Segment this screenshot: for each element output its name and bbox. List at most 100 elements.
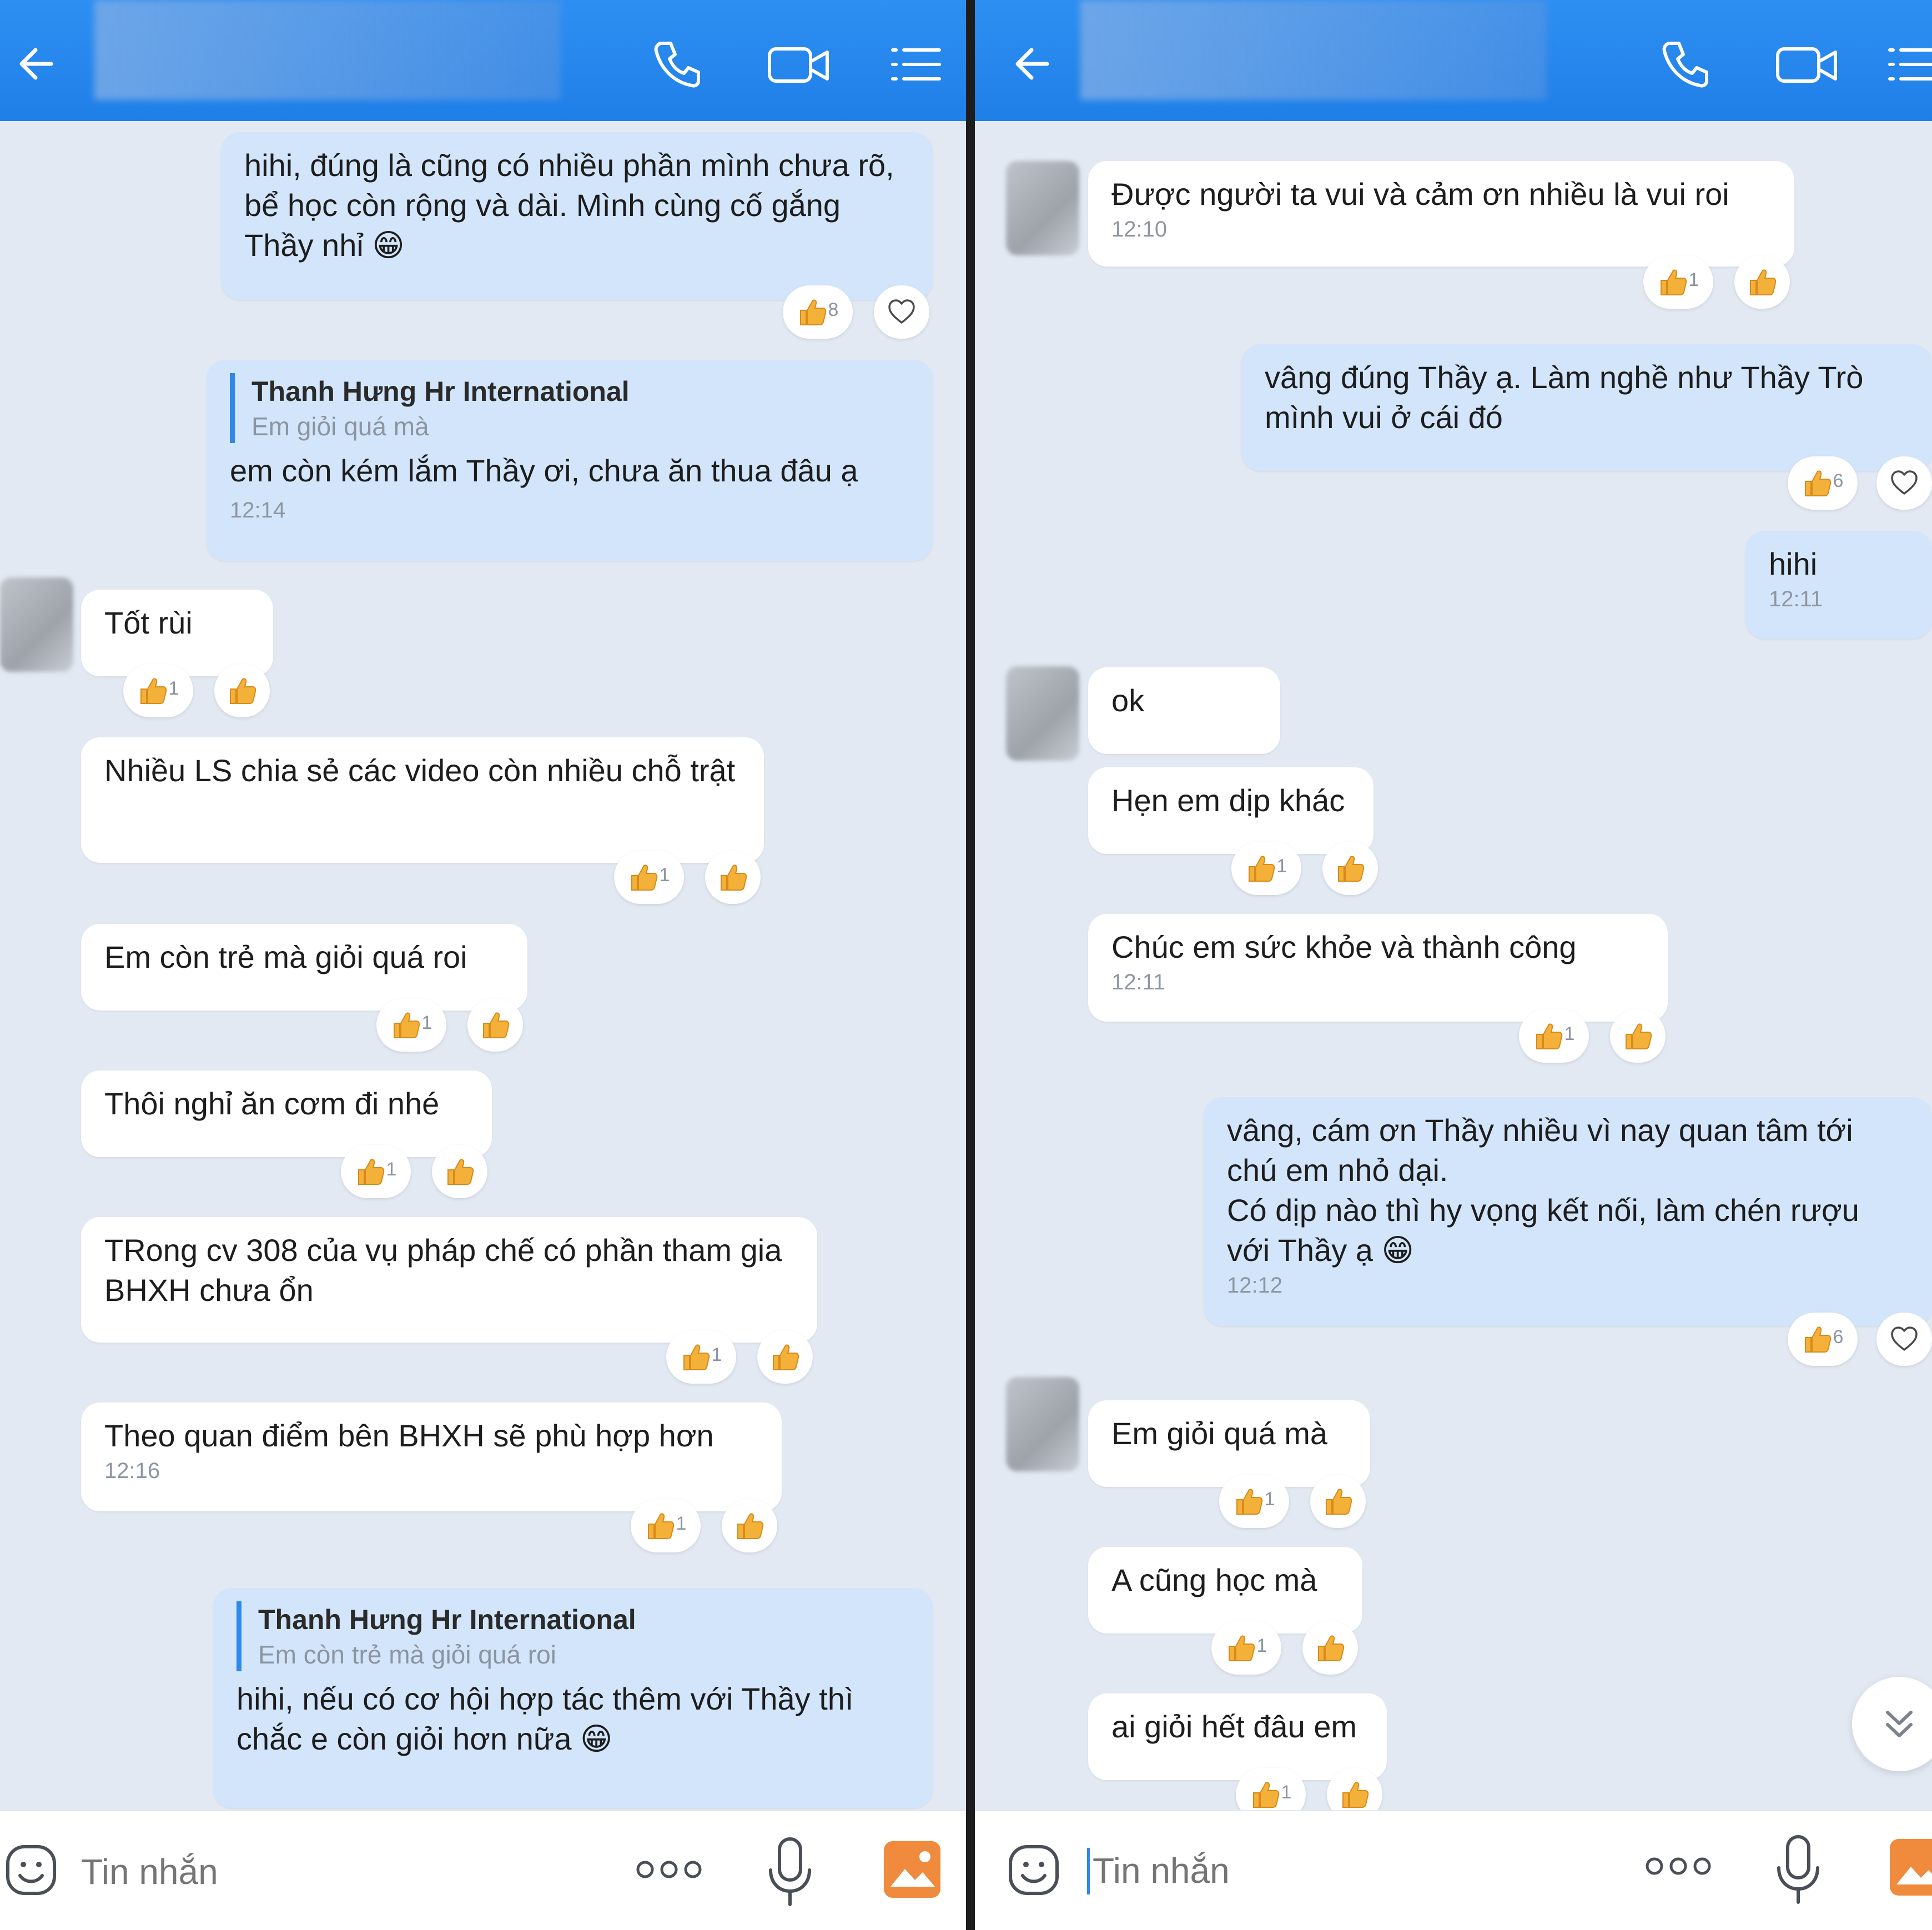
- like-reaction-button[interactable]: [757, 1330, 813, 1384]
- message-bubble-incoming[interactable]: Thôi nghỉ ăn cơm đi nhé: [81, 1070, 492, 1157]
- menu-list-icon[interactable]: [1885, 37, 1932, 92]
- message-time: 12:11: [1111, 970, 1166, 994]
- reaction-badge[interactable]: 1: [614, 851, 684, 904]
- message-text: A cũng học mà: [1111, 1562, 1317, 1597]
- reaction-badge[interactable]: 6: [1788, 1313, 1858, 1366]
- like-reaction-button[interactable]: [432, 1145, 487, 1198]
- reaction-count: 8: [828, 299, 839, 320]
- message-input[interactable]: [80, 1843, 582, 1900]
- message-input[interactable]: [1091, 1842, 1593, 1899]
- reaction-count: 1: [386, 1158, 397, 1180]
- like-reaction-button[interactable]: [1310, 1475, 1366, 1528]
- thumbs-up-icon: [358, 1159, 384, 1185]
- message-bubble-outgoing-reply[interactable]: Thanh Hưng Hr International Em còn trẻ m…: [213, 1588, 933, 1808]
- like-reaction-button[interactable]: [1734, 255, 1790, 309]
- reaction-badge[interactable]: 1: [1219, 1475, 1289, 1528]
- quoted-text: Em giỏi quá mà: [251, 412, 429, 441]
- message-text: Em giỏi quá mà: [1111, 1416, 1328, 1451]
- emoji-face-icon[interactable]: [1006, 1842, 1061, 1898]
- message-bubble-incoming[interactable]: Tốt rùi: [81, 590, 273, 676]
- arrow-left-icon[interactable]: [1008, 39, 1058, 89]
- emoji-face-icon[interactable]: [3, 1842, 59, 1898]
- double-chevron-down-icon: [1886, 1711, 1913, 1737]
- thumbs-up-icon: [647, 1513, 674, 1539]
- microphone-icon[interactable]: [765, 1836, 815, 1908]
- message-time: 12:10: [1111, 217, 1168, 242]
- message-text: hihi, nếu có cơ hội hợp tác thêm với Thầ…: [237, 1681, 863, 1756]
- message-text: em còn kém lắm Thầy ơi, chưa ăn thua đâu…: [230, 453, 858, 488]
- reaction-badge[interactable]: 1: [666, 1330, 736, 1384]
- message-bubble-outgoing[interactable]: hihi 12:11: [1745, 531, 1932, 639]
- scroll-to-bottom-button[interactable]: [1852, 1677, 1932, 1771]
- message-bubble-incoming[interactable]: Được người ta vui và cảm ơn nhiều là vui…: [1088, 161, 1794, 267]
- video-camera-icon[interactable]: [1774, 37, 1841, 92]
- message-bubble-incoming[interactable]: Em giỏi quá mà: [1088, 1400, 1370, 1487]
- message-bubble-incoming[interactable]: TRong cv 308 của vụ pháp chế có phần tha…: [81, 1217, 817, 1343]
- heart-reaction-button[interactable]: [874, 285, 929, 339]
- heart-reaction-button[interactable]: [1876, 1313, 1932, 1366]
- reaction-badge[interactable]: 6: [1788, 456, 1858, 510]
- message-text: Hẹn em dịp khác: [1111, 783, 1345, 818]
- message-bubble-incoming[interactable]: Hẹn em dịp khác: [1088, 767, 1373, 854]
- reaction-badge[interactable]: 8: [783, 285, 853, 339]
- image-gallery-icon[interactable]: [882, 1839, 943, 1900]
- reaction-badge[interactable]: 1: [123, 664, 193, 717]
- microphone-icon[interactable]: [1773, 1833, 1823, 1906]
- reaction-badge[interactable]: 1: [631, 1499, 701, 1552]
- message-text: ai giỏi hết đâu em: [1111, 1709, 1357, 1744]
- reaction-badge[interactable]: 1: [341, 1145, 411, 1198]
- reaction-count: 1: [1264, 1488, 1275, 1510]
- avatar[interactable]: [0, 577, 73, 672]
- message-bubble-outgoing[interactable]: hihi, đúng là cũng có nhiều phần mình ch…: [221, 132, 933, 300]
- like-reaction-button[interactable]: [722, 1499, 777, 1552]
- message-bubble-outgoing[interactable]: vâng đúng Thầy ạ. Làm nghề như Thầy Trò …: [1241, 344, 1932, 471]
- reaction-badge[interactable]: 1: [1231, 842, 1301, 895]
- thumbs-up-icon: [631, 865, 657, 891]
- avatar[interactable]: [1006, 161, 1079, 255]
- like-reaction-button[interactable]: [1302, 1621, 1358, 1675]
- reaction-count: 1: [711, 1344, 722, 1365]
- like-reaction-button[interactable]: [1610, 1009, 1666, 1063]
- like-reaction-button[interactable]: [705, 851, 761, 904]
- phone-icon[interactable]: [650, 37, 705, 92]
- message-bubble-incoming[interactable]: Nhiều LS chia sẻ các video còn nhiều chỗ…: [81, 737, 764, 863]
- avatar[interactable]: [1006, 1377, 1079, 1471]
- quoted-message[interactable]: Thanh Hưng Hr International Em giỏi quá …: [230, 373, 909, 443]
- like-reaction-button[interactable]: [214, 664, 270, 717]
- chat-header: [975, 0, 1932, 121]
- thumbs-up-icon: [1342, 1782, 1369, 1808]
- message-text: hihi, đúng là cũng có nhiều phần mình ch…: [244, 148, 903, 263]
- message-bubble-incoming[interactable]: Chúc em sức khỏe và thành công 12:11: [1088, 914, 1668, 1022]
- text-caret: [1087, 1848, 1090, 1894]
- video-camera-icon[interactable]: [766, 37, 833, 92]
- avatar[interactable]: [1006, 666, 1079, 761]
- message-bubble-incoming[interactable]: Theo quan điểm bên BHXH sẽ phù hợp hơn 1…: [81, 1403, 782, 1511]
- message-bubble-outgoing-reply[interactable]: Thanh Hưng Hr International Em giỏi quá …: [207, 360, 933, 561]
- message-text: Được người ta vui và cảm ơn nhiều là vui…: [1111, 177, 1729, 212]
- thumbs-up-icon: [799, 299, 826, 325]
- reaction-badge[interactable]: 1: [1211, 1621, 1281, 1675]
- message-text: Tốt rùi: [104, 605, 193, 640]
- menu-list-icon[interactable]: [888, 37, 944, 92]
- phone-icon[interactable]: [1658, 37, 1713, 92]
- quoted-message[interactable]: Thanh Hưng Hr International Em còn trẻ m…: [237, 1601, 909, 1671]
- like-reaction-button[interactable]: [1322, 842, 1378, 895]
- reaction-badge[interactable]: 1: [1643, 255, 1713, 309]
- reaction-badge[interactable]: 1: [1519, 1009, 1589, 1063]
- reaction-badge[interactable]: 1: [376, 998, 446, 1052]
- like-reaction-button[interactable]: [467, 998, 523, 1052]
- thumbs-up-icon: [393, 1012, 420, 1038]
- message-bubble-incoming[interactable]: ok: [1088, 667, 1280, 754]
- reaction-count: 1: [1276, 855, 1287, 877]
- message-bubble-incoming[interactable]: ai giỏi hết đâu em: [1088, 1693, 1387, 1780]
- arrow-left-icon[interactable]: [12, 39, 62, 89]
- more-dots-icon[interactable]: [633, 1856, 705, 1883]
- image-gallery-icon[interactable]: [1888, 1837, 1932, 1898]
- more-dots-icon[interactable]: [1642, 1852, 1714, 1880]
- message-bubble-incoming[interactable]: Em còn trẻ mà giỏi quá roi: [81, 924, 527, 1011]
- heart-reaction-button[interactable]: [1876, 456, 1932, 510]
- message-bubble-incoming[interactable]: A cũng học mà: [1088, 1547, 1362, 1634]
- quoted-sender: Thanh Hưng Hr International: [251, 376, 630, 407]
- message-bubble-outgoing[interactable]: vâng, cám ơn Thầy nhiều vì nay quan tâm …: [1204, 1097, 1932, 1326]
- reaction-count: 1: [168, 677, 179, 699]
